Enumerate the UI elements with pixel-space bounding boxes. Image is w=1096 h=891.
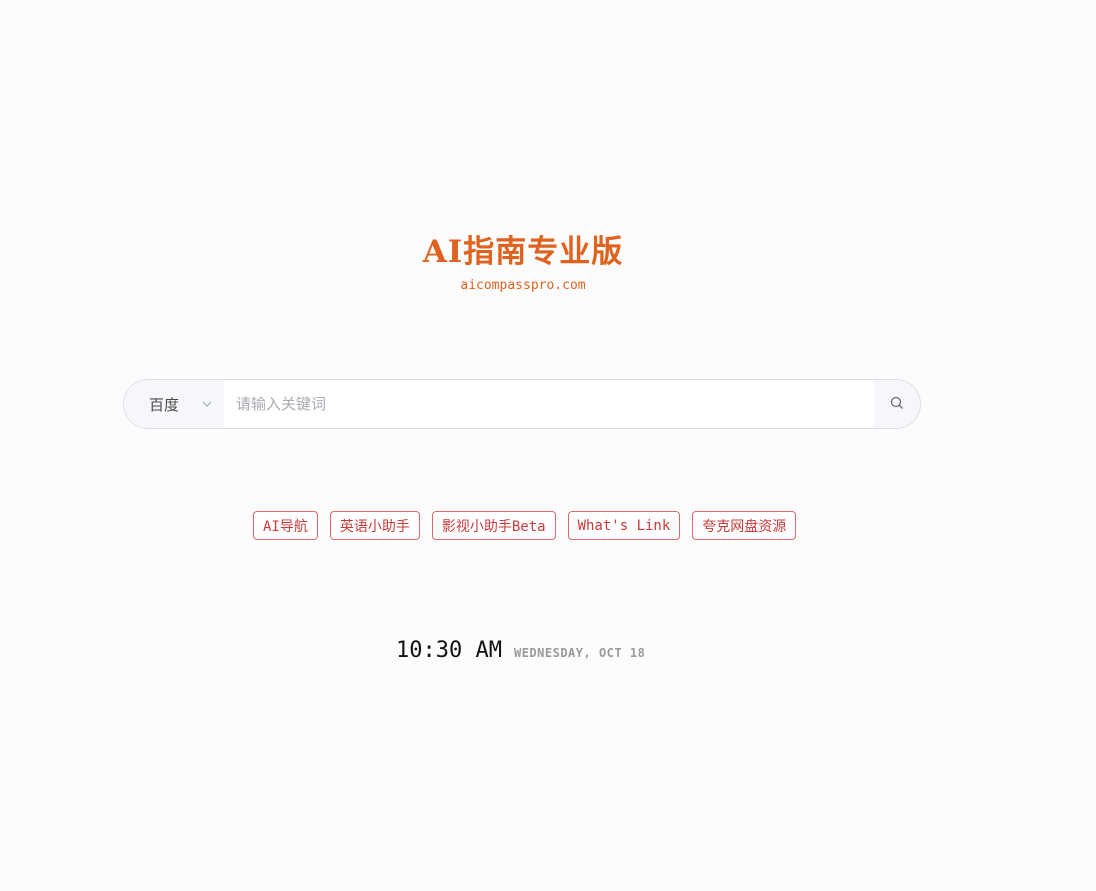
search-bar: 百度 (123, 379, 921, 429)
quick-link-english-assistant[interactable]: 英语小助手 (329, 511, 420, 540)
quick-link-whats-link[interactable]: What's Link (567, 511, 681, 540)
clock: 10:30 AM WEDNESDAY, OCT 18 (396, 638, 645, 663)
quick-link-ai-nav[interactable]: AI导航 (253, 511, 318, 540)
search-engine-label: 百度 (149, 395, 180, 414)
quick-link-movie-assistant[interactable]: 影视小助手Beta (431, 511, 556, 540)
brand-header: AI指南专业版 aicompasspro.com (0, 232, 1046, 295)
chevron-down-icon (201, 398, 213, 410)
search-icon (890, 395, 904, 414)
home-page: AI指南专业版 aicompasspro.com 百度 AI导航 英语小助手 影… (0, 0, 1096, 891)
site-title: AI指南专业版 (422, 234, 624, 270)
search-engine-select[interactable]: 百度 (124, 380, 224, 428)
clock-date: WEDNESDAY, OCT 18 (513, 646, 646, 660)
quick-links: AI导航 英语小助手 影视小助手Beta What's Link 夸克网盘资源 (253, 511, 797, 540)
search-button[interactable] (874, 380, 920, 428)
site-url[interactable]: aicompasspro.com (0, 277, 1046, 295)
quick-link-quark-resources[interactable]: 夸克网盘资源 (692, 511, 797, 540)
clock-time: 10:30 AM (396, 638, 502, 663)
search-input[interactable] (224, 380, 874, 428)
